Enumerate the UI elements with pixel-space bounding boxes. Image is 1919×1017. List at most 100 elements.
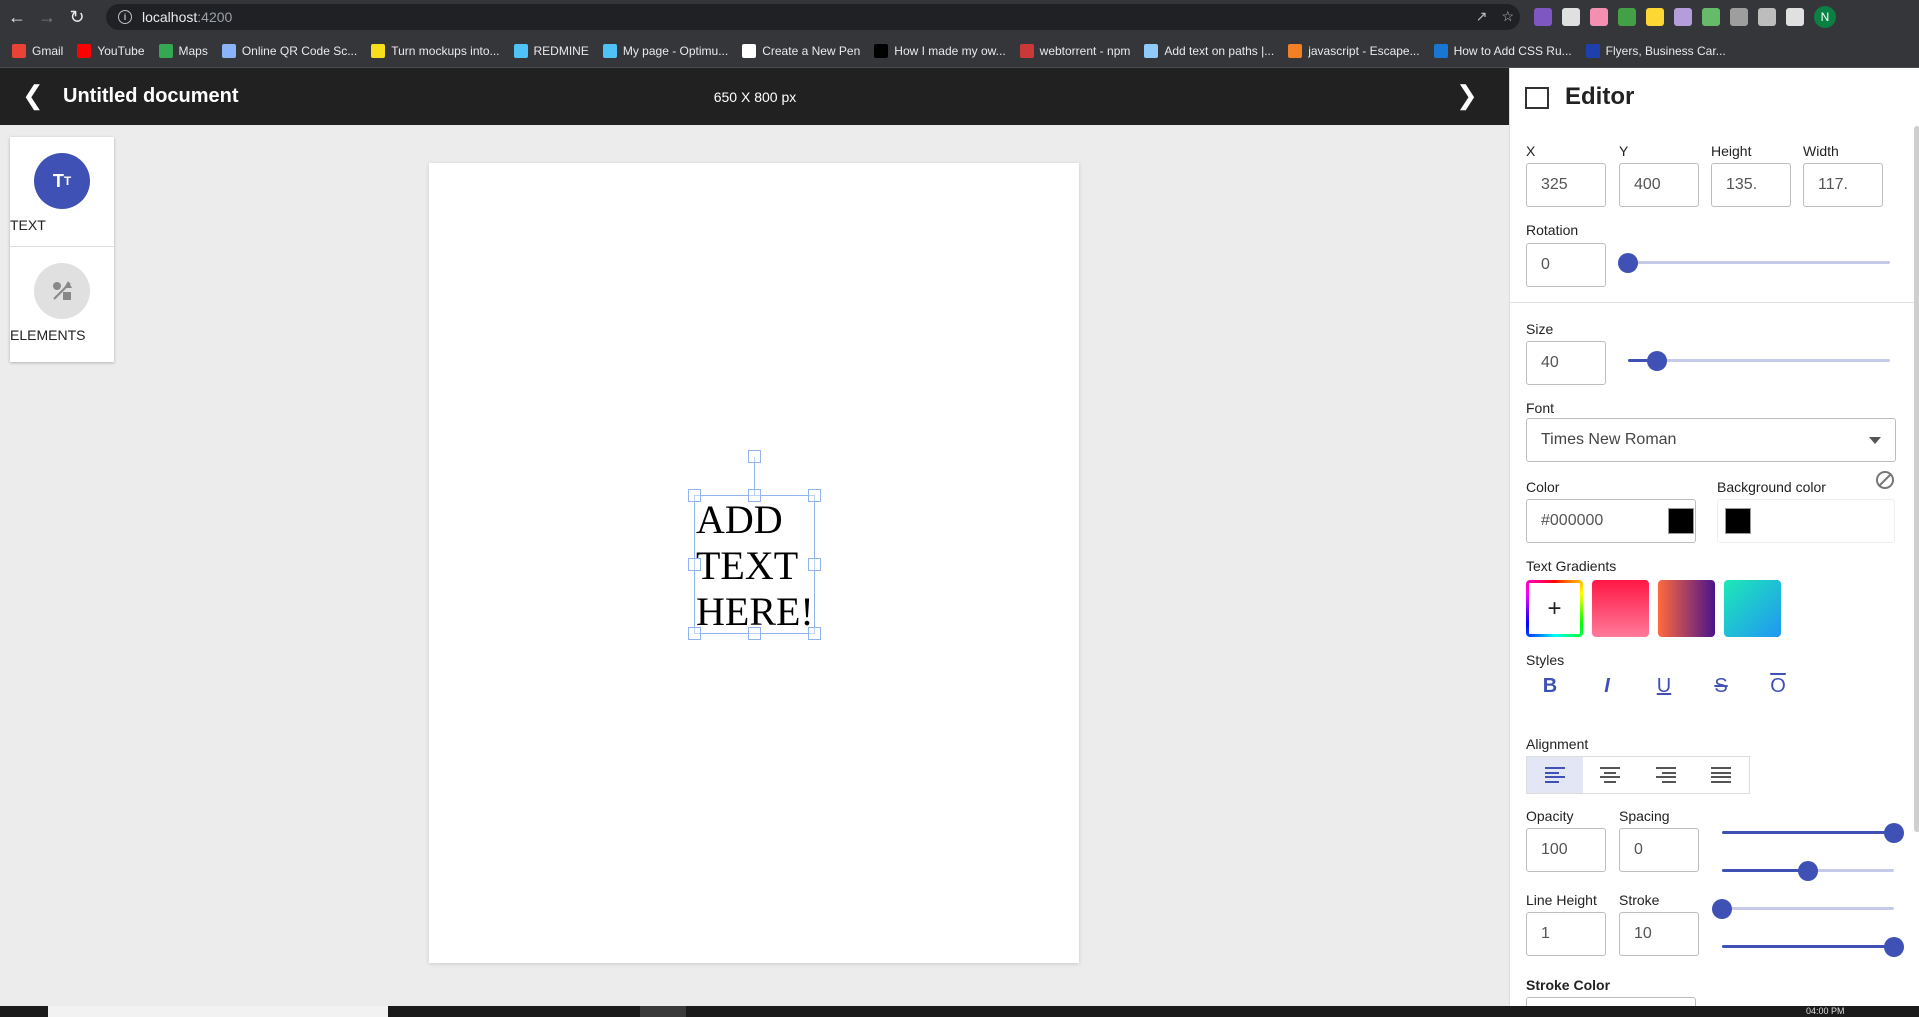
stroke-slider[interactable] — [1722, 936, 1904, 957]
extension-icon[interactable] — [1562, 8, 1580, 26]
slider-thumb[interactable] — [1798, 861, 1818, 881]
add-gradient-button[interactable]: + — [1526, 580, 1583, 637]
bookmarks-bar: Gmail YouTube Maps Online QR Code Sc... Turn… — [0, 34, 1919, 68]
text-icon: TT — [34, 153, 90, 209]
bookmark-favicon-icon — [12, 43, 26, 58]
strikethrough-button[interactable]: S — [1701, 666, 1741, 706]
scrollbar[interactable] — [1914, 126, 1919, 832]
y-input[interactable]: 400 — [1619, 163, 1699, 207]
slider-track — [1628, 261, 1890, 264]
taskbar-app[interactable] — [640, 1006, 686, 1017]
spacing-slider[interactable] — [1722, 860, 1894, 881]
camera-icon[interactable] — [1730, 8, 1748, 26]
gradient-swatch-ocean[interactable] — [1724, 580, 1781, 637]
forward-icon[interactable]: → — [34, 4, 60, 30]
text-tool-button[interactable]: TT TEXT — [10, 137, 114, 246]
resize-handle-s[interactable] — [748, 627, 761, 640]
opacity-input[interactable]: 100 — [1526, 828, 1606, 872]
size-slider[interactable] — [1628, 350, 1890, 371]
height-input[interactable]: 135. — [1711, 163, 1791, 207]
overline-button[interactable]: O — [1758, 666, 1798, 706]
stroke-label: Stroke — [1619, 892, 1660, 908]
bookmark-item[interactable]: Add text on paths |... — [1144, 43, 1274, 58]
line-height-input[interactable]: 1 — [1526, 912, 1606, 956]
align-center-button[interactable] — [1583, 757, 1639, 793]
puzzle-icon[interactable] — [1758, 8, 1776, 26]
bookmark-favicon-icon — [874, 43, 889, 58]
extension-icon[interactable] — [1590, 8, 1608, 26]
bookmark-item[interactable]: How I made my ow... — [874, 43, 1006, 58]
site-info-icon[interactable]: i — [118, 10, 132, 24]
extension-icon[interactable] — [1646, 8, 1664, 26]
extension-icon[interactable] — [1674, 8, 1692, 26]
extension-icon[interactable] — [1618, 8, 1636, 26]
extension-icon[interactable] — [1534, 8, 1552, 26]
opacity-slider[interactable] — [1722, 822, 1904, 843]
x-input[interactable]: 325 — [1526, 163, 1606, 207]
resize-handle-ne[interactable] — [808, 489, 821, 502]
resize-handle-se[interactable] — [808, 627, 821, 640]
align-center-icon — [1600, 767, 1621, 783]
rotation-input[interactable]: 0 — [1526, 243, 1606, 287]
design-canvas[interactable]: ADD TEXT HERE! — [429, 163, 1079, 963]
gradient-swatch-pink[interactable] — [1592, 580, 1649, 637]
color-swatch[interactable] — [1668, 508, 1694, 534]
no-background-icon[interactable] — [1876, 471, 1894, 489]
align-justify-button[interactable] — [1694, 757, 1750, 793]
back-icon[interactable]: ← — [4, 4, 30, 30]
italic-button[interactable]: I — [1587, 666, 1627, 706]
bookmark-item[interactable]: My page - Optimu... — [602, 43, 728, 58]
profile-avatar[interactable]: N — [1814, 6, 1836, 28]
bookmark-favicon-icon — [1144, 43, 1159, 58]
bookmark-item[interactable]: REDMINE — [513, 43, 589, 58]
document-title[interactable]: Untitled document — [63, 85, 239, 108]
underline-button[interactable]: U — [1644, 666, 1684, 706]
bookmark-item[interactable]: Gmail — [12, 43, 63, 58]
slider-thumb[interactable] — [1712, 899, 1732, 919]
bookmark-star-icon[interactable]: ☆ — [1501, 8, 1514, 25]
background-color-swatch[interactable] — [1725, 508, 1751, 534]
bookmark-item[interactable]: Turn mockups into... — [371, 43, 500, 58]
taskbar-clock: 04:00 PM — [1806, 1006, 1845, 1016]
slider-thumb[interactable] — [1647, 351, 1667, 371]
spacing-input[interactable]: 0 — [1619, 828, 1699, 872]
align-right-button[interactable] — [1638, 757, 1694, 793]
gradient-swatch-sunset[interactable] — [1658, 580, 1715, 637]
resize-handle-n[interactable] — [748, 489, 761, 502]
resize-handle-e[interactable] — [808, 558, 821, 571]
size-input[interactable]: 40 — [1526, 341, 1606, 385]
bookmark-item[interactable]: Maps — [158, 43, 208, 58]
bookmark-label: Maps — [178, 43, 208, 58]
slider-thumb[interactable] — [1884, 823, 1904, 843]
elements-tool-button[interactable]: ELEMENTS — [10, 247, 114, 356]
bookmark-item[interactable]: webtorrent - npm — [1019, 43, 1130, 58]
slider-thumb[interactable] — [1884, 937, 1904, 957]
share-icon[interactable]: ↗ — [1476, 8, 1488, 25]
align-left-button[interactable] — [1527, 757, 1583, 793]
resize-handle-nw[interactable] — [688, 489, 701, 502]
bookmark-item[interactable]: Create a New Pen — [742, 43, 860, 58]
bold-button[interactable]: B — [1530, 666, 1570, 706]
stroke-input[interactable]: 10 — [1619, 912, 1699, 956]
width-input[interactable]: 117. — [1803, 163, 1883, 207]
bookmark-item[interactable]: Flyers, Business Car... — [1585, 43, 1726, 58]
font-select[interactable]: Times New Roman — [1526, 418, 1896, 462]
chevron-right-icon[interactable]: ❯ — [1456, 82, 1482, 110]
sidebar-icon[interactable] — [1786, 8, 1804, 26]
slider-thumb[interactable] — [1618, 253, 1638, 273]
bookmark-item[interactable]: YouTube — [77, 43, 145, 58]
bookmark-item[interactable]: javascript - Escape... — [1288, 43, 1420, 58]
resize-handle-sw[interactable] — [688, 627, 701, 640]
taskbar-search[interactable] — [48, 1006, 388, 1017]
reload-icon[interactable]: ↻ — [64, 4, 90, 30]
text-element[interactable]: ADD TEXT HERE! — [694, 495, 815, 634]
line-height-slider[interactable] — [1712, 898, 1894, 919]
extension-icon[interactable] — [1702, 8, 1720, 26]
bookmark-item[interactable]: How to Add CSS Ru... — [1433, 43, 1572, 58]
rotate-handle[interactable] — [748, 450, 761, 463]
rotation-slider[interactable] — [1618, 252, 1890, 273]
resize-handle-w[interactable] — [688, 558, 701, 571]
chevron-left-icon[interactable]: ❮ — [22, 82, 48, 110]
bookmark-item[interactable]: Online QR Code Sc... — [221, 43, 357, 58]
address-bar[interactable]: i localhost:4200 ↗ ☆ — [106, 4, 1520, 30]
